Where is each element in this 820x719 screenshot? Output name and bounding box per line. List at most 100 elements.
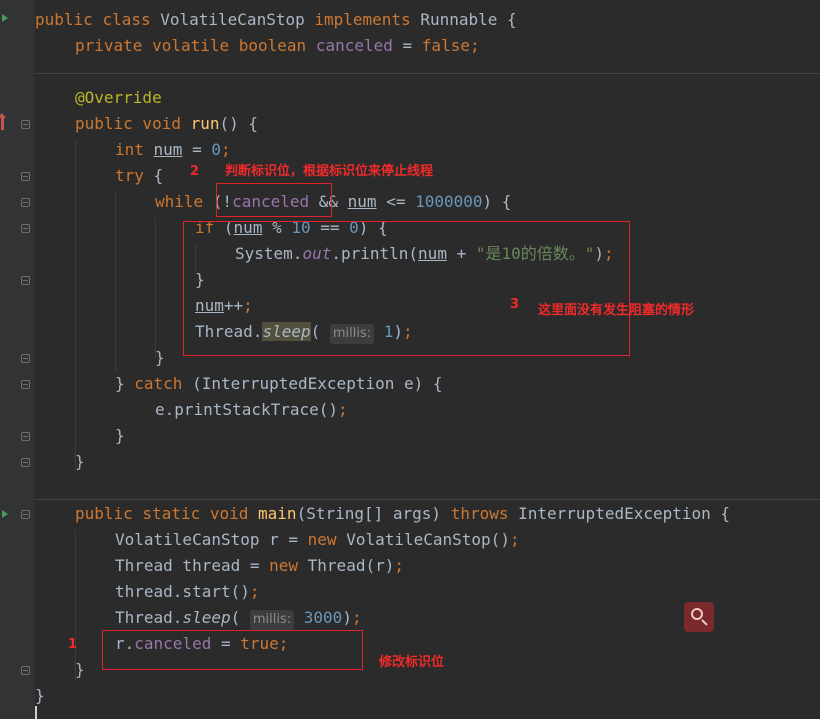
code-line[interactable]: } — [35, 449, 85, 475]
annotation-note: 判断标识位，根据标识位来停止线程 — [225, 164, 434, 179]
keyword-token: ; — [249, 582, 260, 601]
keyword-token: new — [307, 530, 347, 549]
code-token: VolatileCanStop — [160, 10, 315, 29]
code-token: { — [153, 166, 164, 185]
variable-token: num — [347, 192, 377, 211]
variable-token: num — [153, 140, 183, 159]
annotation-number: 3 — [510, 297, 520, 312]
keyword-token: ; — [469, 36, 480, 55]
code-token: = — [182, 140, 212, 159]
code-line[interactable]: thread.start(); — [35, 579, 260, 605]
code-line[interactable]: e.printStackTrace(); — [35, 397, 348, 423]
method-separator — [35, 73, 820, 74]
code-line[interactable]: Thread.sleep( millis: 3000); — [35, 605, 362, 631]
field-token: canceled — [315, 36, 393, 55]
parameter-hint: millis: — [249, 610, 295, 630]
annotation-token: @Override — [75, 88, 162, 107]
code-token: } — [115, 426, 125, 445]
code-token: } — [75, 452, 85, 471]
code-line[interactable]: VolatileCanStop r = new VolatileCanStop(… — [35, 527, 520, 553]
highlight-box-condition — [216, 183, 332, 217]
keyword-token: new — [269, 556, 308, 575]
code-token: } — [115, 374, 135, 393]
highlight-box-assignment — [102, 630, 363, 670]
keyword-token: public — [35, 10, 103, 29]
keyword-token: ; — [220, 140, 231, 159]
fold-icon[interactable] — [21, 224, 30, 233]
code-token: VolatileCanStop r = — [115, 530, 308, 549]
code-token: ) — [342, 608, 352, 627]
code-token: (String[] args) — [296, 504, 451, 523]
keyword-token: throws — [450, 504, 519, 523]
code-token: = — [392, 36, 422, 55]
code-token: <= — [376, 192, 416, 211]
keyword-token: ; — [338, 400, 348, 419]
text-caret — [35, 706, 37, 719]
fold-icon[interactable] — [21, 198, 30, 207]
code-line[interactable]: try { — [35, 163, 163, 189]
code-line[interactable]: private volatile boolean canceled = fals… — [35, 33, 480, 59]
code-token: Runnable { — [420, 10, 517, 29]
code-token: () { — [219, 114, 259, 133]
keyword-token: try — [115, 166, 154, 185]
highlight-box-loop-body — [183, 221, 630, 356]
fold-icon[interactable] — [21, 510, 30, 519]
code-line[interactable]: public static void main(String[] args) t… — [35, 501, 730, 527]
code-line[interactable]: @Override — [35, 85, 162, 111]
code-token: ) { — [482, 192, 512, 211]
code-line[interactable]: public class VolatileCanStop implements … — [35, 7, 517, 33]
fold-icon[interactable] — [21, 458, 30, 467]
keyword-token: ; — [394, 556, 404, 575]
code-token: VolatileCanStop() — [346, 530, 510, 549]
code-line[interactable]: } — [35, 267, 205, 293]
fold-icon[interactable] — [21, 120, 30, 129]
fold-icon[interactable] — [21, 172, 30, 181]
code-token: thread.start() — [115, 582, 250, 601]
code-token: e.printStackTrace() — [155, 400, 339, 419]
keyword-token: ; — [509, 530, 520, 549]
override-gutter-icon[interactable] — [0, 113, 6, 130]
search-button[interactable] — [684, 602, 714, 632]
keyword-token: public static void — [75, 504, 259, 523]
number-token: 3000 — [294, 608, 343, 627]
fold-icon[interactable] — [21, 354, 30, 363]
code-token: } — [75, 660, 85, 679]
keyword-token: false — [421, 36, 470, 55]
number-token: 0 — [211, 140, 221, 159]
code-token: ( — [230, 608, 250, 627]
code-line[interactable]: } catch (InterruptedException e) { — [35, 371, 443, 397]
code-token: } — [155, 348, 165, 367]
code-token: Thread thread = — [115, 556, 270, 575]
run-gutter-icon[interactable] — [2, 14, 8, 22]
search-icon — [691, 608, 703, 620]
annotation-note: 这里面没有发生阻塞的情形 — [538, 303, 695, 318]
method-token: run — [190, 114, 220, 133]
code-token: } — [35, 686, 45, 705]
method-token: main — [258, 504, 297, 523]
code-line[interactable]: int num = 0; — [35, 137, 231, 163]
code-token: (InterruptedException e) { — [192, 374, 443, 393]
annotation-number: 1 — [68, 637, 78, 652]
code-line[interactable]: } — [35, 423, 125, 449]
keyword-token: int — [115, 140, 154, 159]
code-token: InterruptedException { — [518, 504, 731, 523]
number-token: 1000000 — [415, 192, 483, 211]
code-token: Thread. — [115, 608, 183, 627]
code-line[interactable]: } — [35, 345, 165, 371]
static-method-token: sleep — [182, 608, 231, 627]
keyword-token: class — [102, 10, 161, 29]
annotation-note: 修改标识位 — [379, 655, 445, 670]
fold-icon[interactable] — [21, 380, 30, 389]
keyword-token: public void — [75, 114, 191, 133]
keyword-token: while — [155, 192, 213, 211]
fold-icon[interactable] — [21, 432, 30, 441]
fold-icon[interactable] — [21, 666, 30, 675]
code-line[interactable]: public void run() { — [35, 111, 258, 137]
fold-icon[interactable] — [21, 276, 30, 285]
method-separator — [35, 499, 820, 500]
run-gutter-icon[interactable] — [2, 510, 8, 518]
code-line[interactable]: Thread thread = new Thread(r); — [35, 553, 404, 579]
code-line[interactable]: } — [35, 657, 85, 683]
keyword-token: implements — [314, 10, 421, 29]
keyword-token: catch — [134, 374, 193, 393]
